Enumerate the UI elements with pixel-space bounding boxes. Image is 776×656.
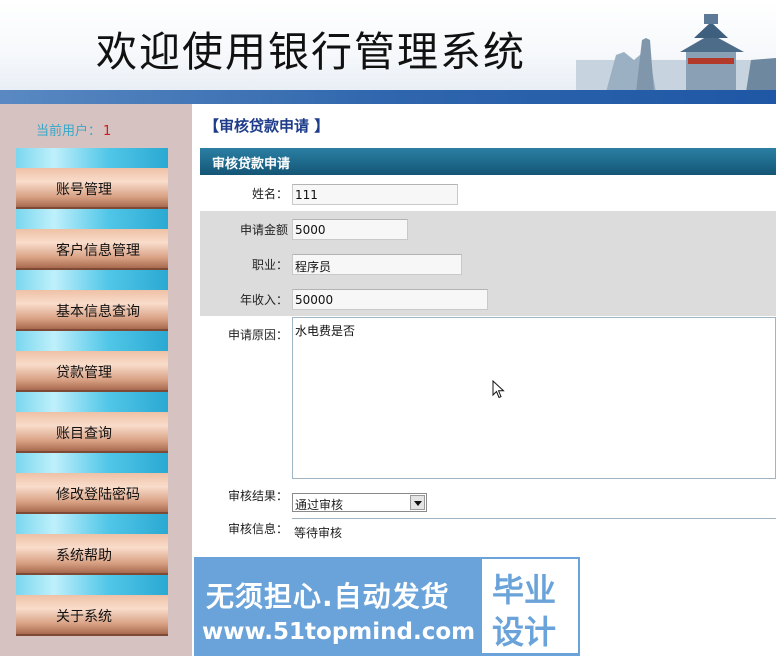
current-user: 当前用户： 1 <box>36 120 111 139</box>
reason-textarea[interactable]: 水电费是否 <box>292 317 776 479</box>
income-label: 年收入： <box>239 293 288 307</box>
job-label: 职业： <box>251 258 288 272</box>
sidebar: 当前用户： 1 账号管理 客户信息管理 基本信息查询 贷款管理 账目查询 修改登陆… <box>0 104 192 656</box>
job-field[interactable]: 程序员 <box>292 254 462 275</box>
result-label: 审核结果： <box>227 489 288 503</box>
chevron-down-icon[interactable] <box>410 495 425 510</box>
form-row-info: 审核信息： 等待审核 <box>200 515 776 555</box>
amount-field[interactable]: 5000 <box>292 219 408 240</box>
app-title: 欢迎使用银行管理系统 <box>96 28 526 76</box>
sidebar-item-label: 客户信息管理 <box>56 243 140 259</box>
sidebar-item-label: 贷款管理 <box>56 365 112 381</box>
sidebar-item-password: 修改登陆密码 <box>16 453 168 514</box>
sidebar-item-label: 系统帮助 <box>56 548 112 564</box>
result-select-value: 通过审核 <box>295 498 344 512</box>
current-user-label: 当前用户： <box>36 124 102 139</box>
sidebar-button-customers[interactable]: 客户信息管理 <box>16 229 168 270</box>
sidebar-button-about[interactable]: 关于系统 <box>16 595 168 636</box>
sidebar-item-label: 账号管理 <box>56 182 112 198</box>
sidebar-item-label: 账目查询 <box>56 426 112 442</box>
sidebar-item-label: 关于系统 <box>56 609 112 625</box>
current-user-value: 1 <box>103 124 112 139</box>
sidebar-item-about: 关于系统 <box>16 575 168 636</box>
sidebar-item-customers: 客户信息管理 <box>16 209 168 270</box>
sidebar-item-label: 修改登陆密码 <box>56 487 140 503</box>
form-row-reason: 申请原因： 水电费是否 <box>200 316 776 482</box>
name-label: 姓名： <box>251 187 288 201</box>
sidebar-item-label: 基本信息查询 <box>56 304 140 320</box>
sidebar-item-ledger: 账目查询 <box>16 392 168 453</box>
header-stripe <box>0 90 776 104</box>
income-field[interactable]: 50000 <box>292 289 488 310</box>
banner-landmark-image <box>576 14 776 92</box>
form-row-result: 审核结果： 通过审核 <box>200 482 776 515</box>
header-banner: 欢迎使用银行管理系统 <box>0 0 776 92</box>
form-row-income: 年收入： 50000 <box>200 281 776 316</box>
form-row-name: 姓名： 111 <box>200 175 776 211</box>
form-row-amount: 申请金额 5000 <box>200 211 776 246</box>
ad-badge: 毕业 设计 <box>482 559 578 653</box>
ad-watermark: 无须担心.自动发货 www.51topmind.com 毕业 设计 <box>194 557 580 656</box>
ad-badge-line2: 设计 <box>492 613 557 651</box>
info-value: 等待审核 <box>294 526 343 540</box>
amount-label: 申请金额 <box>239 223 288 237</box>
ad-badge-line1: 毕业 <box>492 571 557 609</box>
sidebar-button-help[interactable]: 系统帮助 <box>16 534 168 575</box>
result-select[interactable]: 通过审核 <box>292 493 427 512</box>
page-title: 【审核贷款申请 】 <box>204 117 330 135</box>
sidebar-button-ledger[interactable]: 账目查询 <box>16 412 168 453</box>
mouse-pointer-icon <box>492 380 505 399</box>
name-field[interactable]: 111 <box>292 184 458 205</box>
ad-url: www.51topmind.com <box>202 619 476 645</box>
ad-slogan: 无须担心.自动发货 <box>206 580 450 613</box>
reason-label: 申请原因： <box>227 328 288 342</box>
form-header-title: 审核贷款申请 <box>212 157 291 172</box>
sidebar-button-basic-info[interactable]: 基本信息查询 <box>16 290 168 331</box>
sidebar-item-basic-info: 基本信息查询 <box>16 270 168 331</box>
sidebar-button-password[interactable]: 修改登陆密码 <box>16 473 168 514</box>
sidebar-item-help: 系统帮助 <box>16 514 168 575</box>
form-row-job: 职业： 程序员 <box>200 246 776 281</box>
sidebar-item-accounts: 账号管理 <box>16 148 168 209</box>
info-label: 审核信息： <box>227 522 288 536</box>
sidebar-button-accounts[interactable]: 账号管理 <box>16 168 168 209</box>
sidebar-item-loans: 贷款管理 <box>16 331 168 392</box>
form-header: 审核贷款申请 <box>200 148 776 175</box>
sidebar-button-loans[interactable]: 贷款管理 <box>16 351 168 392</box>
